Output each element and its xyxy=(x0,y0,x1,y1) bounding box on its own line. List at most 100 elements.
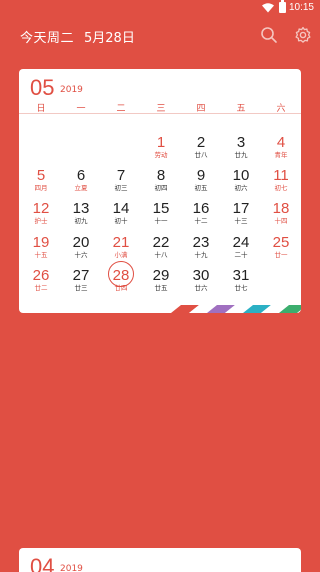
status-time: 10:15 xyxy=(288,2,314,13)
day-number: 20 xyxy=(72,234,90,251)
day-cell[interactable]: 20 十六 xyxy=(61,234,101,270)
day-cell[interactable]: 4 青年 xyxy=(261,134,301,170)
day-number: 4 xyxy=(276,134,286,151)
day-cell[interactable]: 6 立夏 xyxy=(61,167,101,203)
month-number: 05 xyxy=(30,75,55,100)
lunar-label: 十二 xyxy=(194,217,208,225)
day-cell[interactable]: 15 十一 xyxy=(141,200,181,236)
day-cell[interactable]: 7 初三 xyxy=(101,167,141,203)
day-number: 13 xyxy=(72,200,90,217)
lunar-label: 廿六 xyxy=(194,284,208,292)
day-cell[interactable]: 24 二十 xyxy=(221,234,261,270)
day-cell[interactable]: 26 廿二 xyxy=(21,267,61,303)
lunar-label: 初三 xyxy=(114,184,128,192)
day-number: 14 xyxy=(112,200,130,217)
search-icon[interactable] xyxy=(260,26,278,44)
day-cell[interactable]: 22 十八 xyxy=(141,234,181,270)
lunar-label: 廿三 xyxy=(74,284,88,292)
lunar-label: 十五 xyxy=(34,251,48,259)
app-header: 今天周二 5月28日 xyxy=(0,22,320,50)
day-cell[interactable]: 12 护士 xyxy=(21,200,61,236)
day-number: 15 xyxy=(152,200,170,217)
day-cell[interactable]: 3 廿九 xyxy=(221,134,261,170)
lunar-label: 初四 xyxy=(154,184,168,192)
day-number: 19 xyxy=(32,234,50,251)
lunar-label: 廿七 xyxy=(234,284,248,292)
day-number: 26 xyxy=(32,267,50,284)
lunar-label: 护士 xyxy=(34,217,48,225)
day-cell[interactable]: 29 廿五 xyxy=(141,267,181,303)
month-card-may[interactable]: 05 2019 日一二三四五六 1 劳动 2 廿八 3 廿九 4 青年 5 四月 6 立夏 7 初三 8 初四… xyxy=(19,69,301,313)
day-number: 6 xyxy=(76,167,86,184)
lunar-label: 小满 xyxy=(114,251,128,259)
gear-icon[interactable] xyxy=(294,26,312,44)
day-number: 23 xyxy=(192,234,210,251)
lunar-label: 劳动 xyxy=(154,151,168,159)
weekday-header: 日一二三四五六 xyxy=(19,101,301,114)
day-number: 2 xyxy=(196,134,206,151)
day-cell[interactable]: 19 十五 xyxy=(21,234,61,270)
day-number: 27 xyxy=(72,267,90,284)
day-number: 18 xyxy=(272,200,290,217)
day-cell[interactable]: 8 初四 xyxy=(141,167,181,203)
weekday-label: 五 xyxy=(236,104,246,114)
month-year: 2019 xyxy=(60,564,83,572)
day-cell[interactable]: 5 四月 xyxy=(21,167,61,203)
day-number: 3 xyxy=(236,134,246,151)
day-cell[interactable]: 1 劳动 xyxy=(141,134,181,170)
day-number: 10 xyxy=(232,167,250,184)
day-cell[interactable]: 10 初六 xyxy=(221,167,261,203)
day-number: 22 xyxy=(152,234,170,251)
day-number: 31 xyxy=(232,267,250,284)
color-stripes xyxy=(171,305,301,313)
day-cell[interactable]: 17 十三 xyxy=(221,200,261,236)
day-cell[interactable]: 13 初九 xyxy=(61,200,101,236)
day-number: 8 xyxy=(156,167,166,184)
day-number: 5 xyxy=(36,167,46,184)
lunar-label: 二十 xyxy=(234,251,248,259)
lunar-label: 十九 xyxy=(194,251,208,259)
day-number: 11 xyxy=(273,167,289,184)
weekday-label: 六 xyxy=(276,104,286,114)
lunar-label: 十八 xyxy=(154,251,168,259)
weekday-label: 日 xyxy=(36,104,46,114)
day-number: 21 xyxy=(112,234,130,251)
day-number: 1 xyxy=(156,134,166,151)
day-cell[interactable]: 18 十四 xyxy=(261,200,301,236)
day-cell[interactable]: 14 初十 xyxy=(101,200,141,236)
day-cell[interactable]: 11 初七 xyxy=(261,167,301,203)
lunar-label: 十三 xyxy=(234,217,248,225)
lunar-label: 十一 xyxy=(154,217,168,225)
today-weekday-label[interactable]: 今天周二 xyxy=(20,27,74,46)
month-number: 04 xyxy=(30,554,55,572)
day-cell[interactable]: 2 廿八 xyxy=(181,134,221,170)
day-cell[interactable]: 9 初五 xyxy=(181,167,221,203)
today-date-label[interactable]: 5月28日 xyxy=(84,27,135,46)
weekday-label: 一 xyxy=(76,104,86,114)
day-cell[interactable]: 25 廿一 xyxy=(261,234,301,270)
day-cell[interactable]: 27 廿三 xyxy=(61,267,101,303)
weekday-label: 四 xyxy=(196,104,206,114)
day-number: 25 xyxy=(272,234,290,251)
day-cell[interactable]: 30 廿六 xyxy=(181,267,221,303)
lunar-label: 廿八 xyxy=(194,151,208,159)
lunar-label: 初九 xyxy=(74,217,88,225)
day-number: 9 xyxy=(196,167,206,184)
lunar-label: 廿九 xyxy=(234,151,248,159)
day-cell[interactable]: 23 十九 xyxy=(181,234,221,270)
lunar-label: 立夏 xyxy=(74,184,88,192)
day-number: 24 xyxy=(232,234,250,251)
month-card-april[interactable]: 04 2019 xyxy=(19,548,301,572)
weekday-label: 三 xyxy=(156,104,166,114)
weekday-label: 二 xyxy=(116,104,126,114)
day-cell[interactable]: 31 廿七 xyxy=(221,267,261,303)
lunar-label: 十四 xyxy=(274,217,288,225)
day-number: 16 xyxy=(192,200,210,217)
lunar-label: 四月 xyxy=(34,184,48,192)
month-year: 2019 xyxy=(60,85,83,95)
day-number: 7 xyxy=(116,167,126,184)
battery-icon xyxy=(279,0,286,13)
lunar-label: 初五 xyxy=(194,184,208,192)
day-cell[interactable]: 16 十二 xyxy=(181,200,221,236)
day-cell-today[interactable]: 28 廿四 xyxy=(101,261,141,303)
